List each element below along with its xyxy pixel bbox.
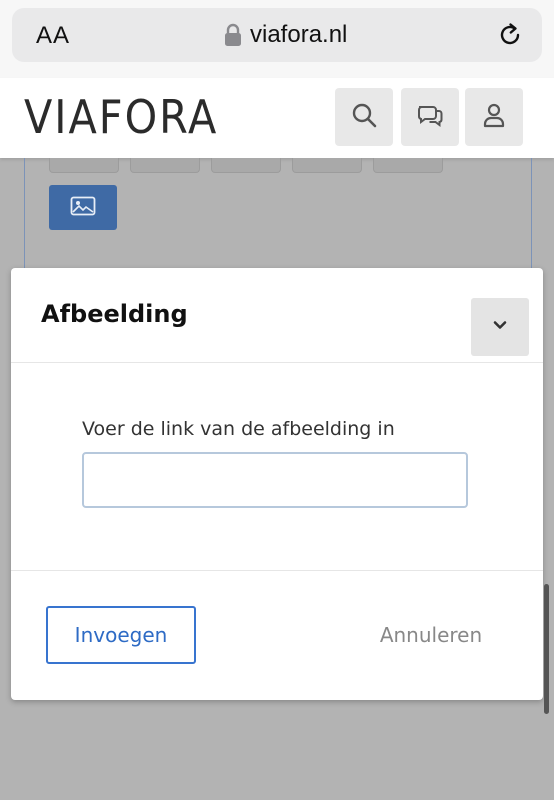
address-bar[interactable]: AA viafora.nl: [12, 8, 542, 62]
lock-icon: [224, 23, 242, 47]
chevron-down-icon: [492, 317, 508, 337]
dialog-header-divider: [11, 362, 543, 363]
image-icon: [70, 196, 96, 220]
search-icon: [350, 101, 378, 133]
dialog-title: Afbeelding: [41, 300, 188, 328]
messages-button[interactable]: [401, 88, 459, 146]
toolbar-button[interactable]: [292, 158, 362, 173]
text-size-button[interactable]: AA: [36, 22, 70, 50]
search-button[interactable]: [335, 88, 393, 146]
toolbar-button[interactable]: [130, 158, 200, 173]
url-display[interactable]: viafora.nl: [224, 20, 347, 50]
site-logo[interactable]: VIAFORA: [24, 92, 218, 142]
chat-icon: [416, 101, 444, 133]
image-dialog: Afbeelding Voer de link van de afbeeldin…: [11, 268, 543, 700]
cancel-button[interactable]: Annuleren: [356, 606, 506, 664]
insert-image-tool-button[interactable]: [49, 185, 117, 230]
user-icon: [480, 101, 508, 133]
site-header: VIAFORA: [0, 78, 554, 158]
toolbar-button[interactable]: [49, 158, 119, 173]
reload-icon[interactable]: [496, 21, 524, 49]
url-text: viafora.nl: [250, 21, 348, 48]
account-button[interactable]: [465, 88, 523, 146]
dialog-footer-divider: [11, 570, 543, 571]
image-link-input[interactable]: [82, 452, 468, 508]
collapse-button[interactable]: [471, 298, 529, 356]
toolbar-button[interactable]: [373, 158, 443, 173]
toolbar-button[interactable]: [211, 158, 281, 173]
image-link-label: Voer de link van de afbeelding in: [82, 418, 395, 440]
browser-toolbar: AA viafora.nl: [0, 0, 554, 79]
scrollbar[interactable]: [544, 584, 549, 714]
insert-button[interactable]: Invoegen: [46, 606, 196, 664]
